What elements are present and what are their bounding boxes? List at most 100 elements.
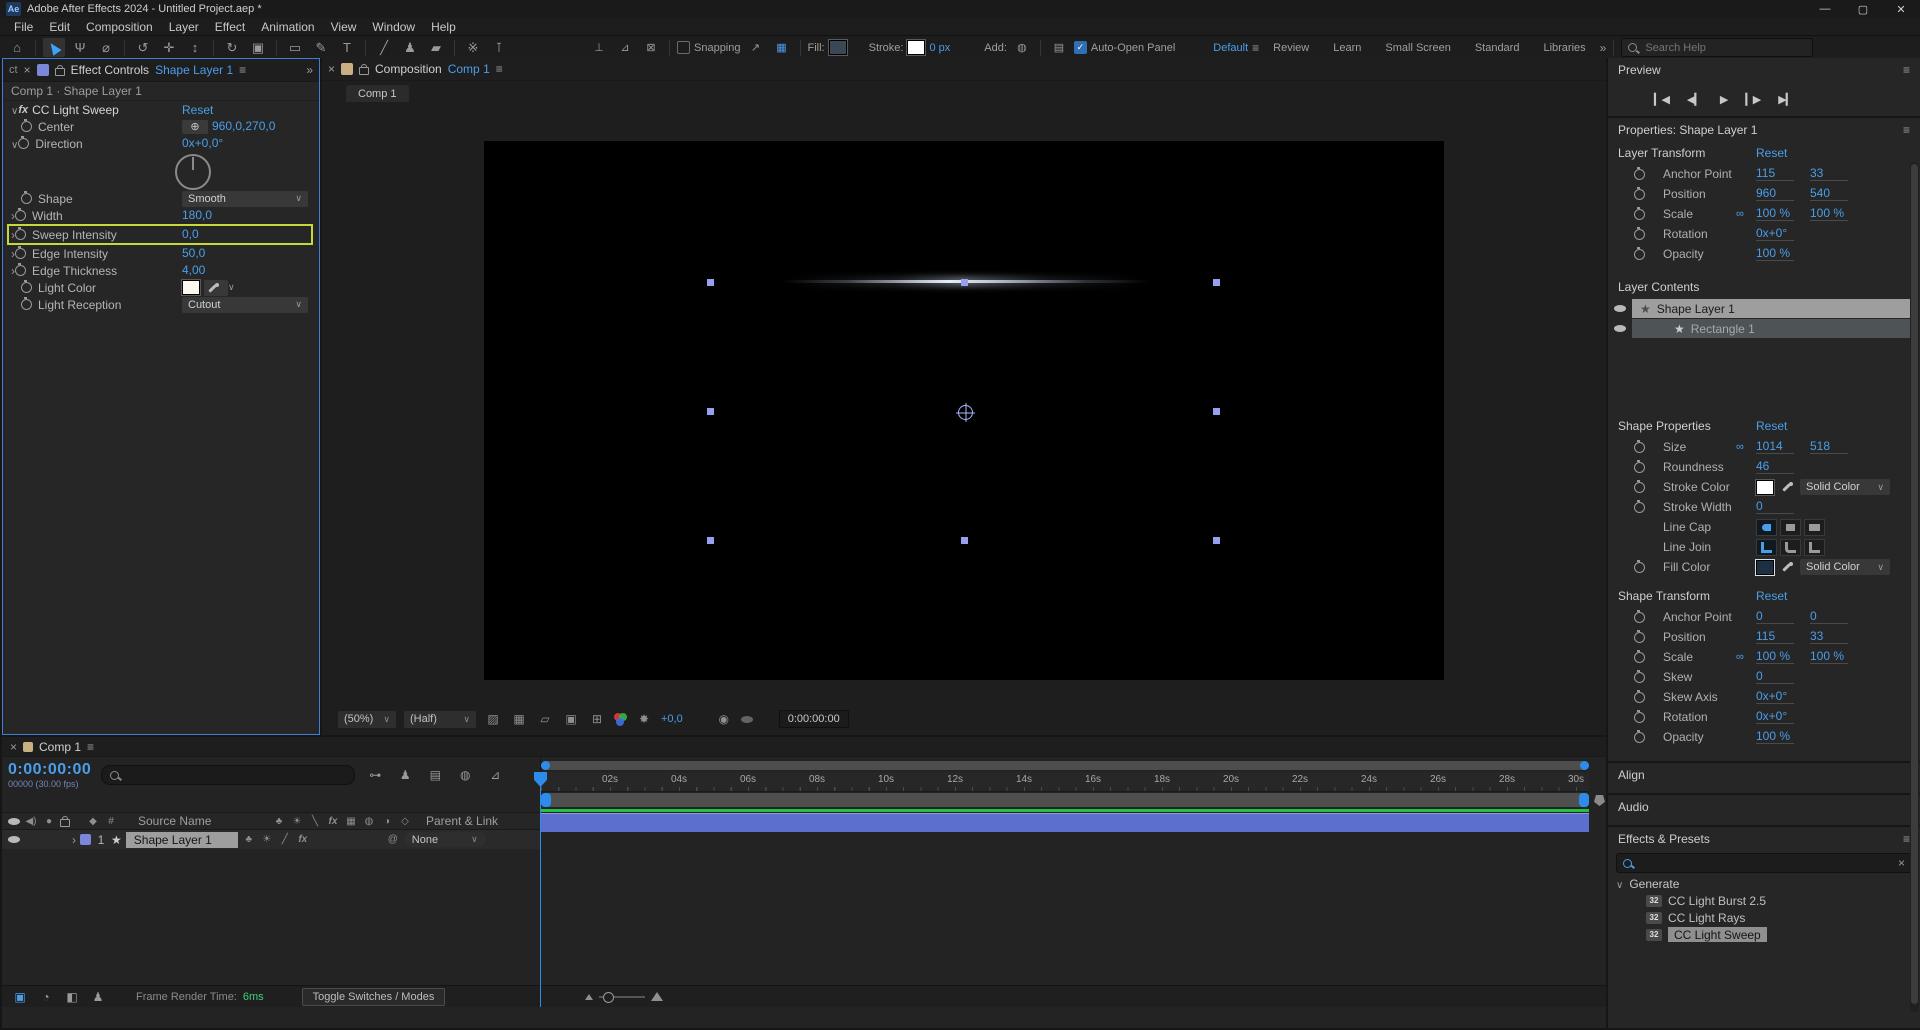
rectangle-tool-icon[interactable]: ▭ (284, 38, 306, 57)
play-button[interactable]: ▶ (1720, 93, 1727, 106)
stroke-color-swatch[interactable] (907, 40, 925, 55)
brush-tool-icon[interactable]: ╱ (373, 38, 395, 57)
link-icon[interactable]: ∞ (1736, 208, 1744, 220)
workspace-review[interactable]: Review (1263, 42, 1319, 54)
menu-animation[interactable]: Animation (253, 20, 322, 34)
st-skew-value[interactable]: 0 (1756, 670, 1794, 684)
edge-intensity-value[interactable]: 50,0 (182, 247, 205, 260)
view-axis-mode-icon[interactable]: ⊠ (640, 38, 662, 57)
stopwatch-icon[interactable] (1634, 169, 1645, 180)
sweep-intensity-value[interactable]: 0,0 (182, 228, 199, 241)
local-axis-mode-icon[interactable]: ⊥ (588, 38, 610, 57)
layer-anchor-switch[interactable]: ♣ (242, 834, 256, 845)
stopwatch-icon[interactable] (1634, 209, 1645, 220)
panel-overflow-icon[interactable] (306, 63, 313, 77)
anchor-point[interactable] (958, 405, 973, 420)
st-anchor-x[interactable]: 0 (1756, 610, 1794, 624)
exposure-value[interactable]: +0,0 (661, 713, 683, 725)
selection-tool-icon[interactable] (43, 38, 65, 57)
clone-stamp-tool-icon[interactable]: ♟ (399, 38, 421, 57)
panel-menu-icon[interactable] (239, 63, 246, 77)
stopwatch-icon[interactable] (1634, 229, 1645, 240)
anchor-y-value[interactable]: 33 (1810, 167, 1848, 181)
light-color-eyedropper[interactable] (204, 280, 228, 296)
workspace-small-screen[interactable]: Small Screen (1375, 42, 1460, 54)
graph-editor-icon[interactable]: ⊿ (485, 768, 505, 782)
visibility-eye-icon[interactable] (1614, 305, 1626, 312)
shape-transform-reset[interactable]: Reset (1756, 589, 1787, 603)
handle-mid-right[interactable] (1213, 408, 1220, 415)
generate-category-row[interactable]: Generate (1608, 875, 1920, 892)
project-tab-truncated[interactable]: ct (9, 64, 18, 76)
frame-blending-icon[interactable]: ▤ (425, 768, 445, 782)
timeline-navigator-bar[interactable] (541, 761, 1589, 770)
expand-layer-icon[interactable] (72, 833, 76, 847)
help-search[interactable] (1621, 38, 1813, 57)
home-icon[interactable]: ⌂ (6, 38, 28, 57)
close-button[interactable]: ✕ (1882, 0, 1920, 18)
width-value[interactable]: 180,0 (182, 209, 212, 222)
snap-frame-icon[interactable]: ▦ (771, 38, 793, 57)
previous-frame-button[interactable]: ◀▎ (1687, 93, 1702, 106)
fill-color-swatch[interactable] (829, 40, 847, 55)
line-join-round-button[interactable] (1780, 539, 1801, 556)
timeline-search[interactable] (101, 765, 355, 785)
stopwatch-icon[interactable] (1634, 562, 1645, 573)
eraser-tool-icon[interactable]: ▰ (425, 38, 447, 57)
light-reception-dropdown[interactable]: Cutout (182, 297, 308, 313)
pan-camera-tool-icon[interactable]: ✛ (158, 38, 180, 57)
effect-controls-tab[interactable]: Effect Controls (71, 63, 149, 77)
rotation-tool-icon[interactable]: ↻ (221, 38, 243, 57)
type-tool-icon[interactable]: T (336, 38, 358, 57)
composition-mini-icon[interactable]: ▣ (10, 990, 30, 1004)
workspace-libraries[interactable]: Libraries (1533, 42, 1595, 54)
collapse-effect-icon[interactable] (11, 103, 18, 117)
handle-top-right[interactable] (1213, 279, 1220, 286)
stroke-mode-dropdown[interactable]: Solid Color (1800, 479, 1890, 495)
pen-tool-icon[interactable]: ✎ (310, 38, 332, 57)
resolution-dropdown[interactable]: (Half) (404, 711, 476, 728)
current-timecode[interactable]: 0:00:00:00 (8, 761, 91, 779)
world-axis-mode-icon[interactable]: ⊿ (614, 38, 636, 57)
transparency-grid-icon[interactable]: ▦ (510, 712, 528, 726)
auto-open-panel-checkbox[interactable]: ✓ (1074, 41, 1087, 54)
right-panel-scrollbar[interactable] (1910, 162, 1919, 1012)
effect-header-row[interactable]: fx CC Light Sweep Reset (3, 101, 319, 118)
add-menu-icon[interactable]: ◍ (1011, 38, 1033, 57)
shape-properties-reset[interactable]: Reset (1756, 419, 1787, 433)
panel-menu-icon[interactable] (87, 740, 94, 754)
stopwatch-icon[interactable] (1634, 442, 1645, 453)
eyedropper-icon[interactable] (1780, 480, 1794, 494)
comp-marker-bin-icon[interactable] (1594, 795, 1605, 806)
handle-mid-left[interactable] (707, 408, 714, 415)
layer-visibility-eye-icon[interactable] (8, 836, 20, 843)
first-frame-button[interactable]: ▎◀ (1654, 93, 1669, 106)
menu-edit[interactable]: Edit (41, 20, 78, 34)
opacity-value[interactable]: 100 % (1756, 247, 1794, 261)
center-value[interactable]: 960,0,270,0 (212, 120, 275, 133)
menu-composition[interactable]: Composition (78, 20, 161, 34)
draft-3d-icon[interactable]: ◔ (36, 990, 56, 1004)
stopwatch-icon[interactable] (1634, 249, 1645, 260)
stroke-width-value[interactable]: 0 (1756, 500, 1794, 514)
preview-time[interactable]: 0:00:00:00 (779, 710, 849, 728)
timeline-tab-comp1[interactable]: Comp 1 (39, 740, 81, 754)
snap-options-icon[interactable]: ↗ (745, 38, 767, 57)
roundness-value[interactable]: 46 (1756, 460, 1794, 474)
st-opacity-value[interactable]: 100 % (1756, 730, 1794, 744)
hand-tool-icon[interactable]: Ψ (69, 38, 91, 57)
line-cap-round-button[interactable] (1756, 519, 1777, 536)
motion-blur-icon[interactable]: ◍ (455, 768, 475, 782)
stopwatch-icon[interactable] (21, 282, 32, 293)
center-point-button[interactable]: ⊕ (182, 120, 208, 134)
render-settings-icon[interactable]: ♟ (88, 990, 108, 1004)
effects-presets-search[interactable] (1616, 853, 1912, 873)
size-w-value[interactable]: 1014 (1756, 440, 1794, 454)
parent-pickwhip-icon[interactable]: @ (386, 834, 400, 845)
fill-mode-dropdown[interactable]: Solid Color (1800, 559, 1890, 575)
fast-preview-icon[interactable]: ▨ (484, 712, 502, 726)
properties-menu-icon[interactable] (1903, 123, 1910, 137)
zoom-tool-icon[interactable]: ⌀ (95, 38, 117, 57)
layer-duration-bar[interactable] (541, 813, 1589, 832)
effect-name[interactable]: CC Light Sweep (32, 103, 119, 117)
